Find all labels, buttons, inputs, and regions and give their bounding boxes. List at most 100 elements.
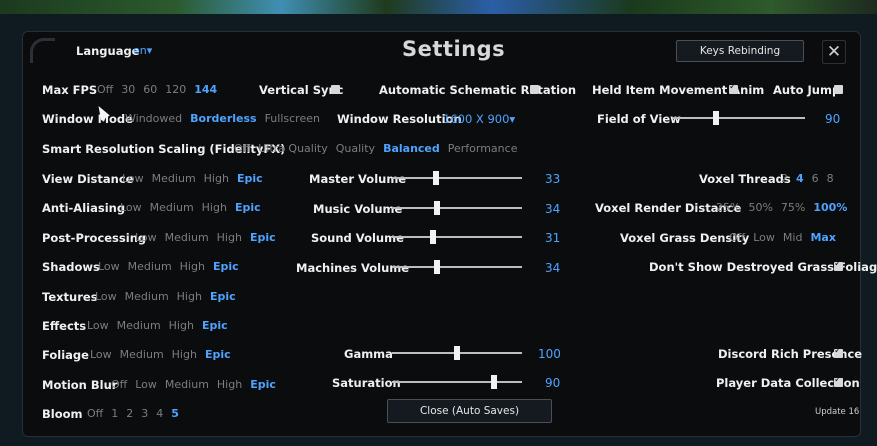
option-low[interactable]: Low <box>135 378 157 391</box>
option-high[interactable]: High <box>172 348 197 361</box>
volume-slider[interactable] <box>392 259 522 274</box>
option-ultra-quality[interactable]: Ultra Quality <box>258 142 328 155</box>
option-1[interactable]: 1 <box>111 407 118 420</box>
option-medium[interactable]: Medium <box>150 201 194 214</box>
option-6[interactable]: 6 <box>812 172 819 185</box>
volume-slider[interactable] <box>392 200 522 215</box>
option-4[interactable]: 4 <box>156 407 163 420</box>
option-3[interactable]: 3 <box>141 407 148 420</box>
option-balanced[interactable]: Balanced <box>383 142 440 155</box>
option-off[interactable]: Off <box>729 231 745 244</box>
option-epic[interactable]: Epic <box>250 231 276 244</box>
option-high[interactable]: High <box>169 319 194 332</box>
slider-handle[interactable] <box>433 171 439 185</box>
quality-row-label: Foliage <box>42 348 89 363</box>
option-fullscreen[interactable]: Fullscreen <box>265 112 320 125</box>
option-off[interactable]: Off <box>234 142 250 155</box>
window-resolution-dropdown[interactable]: 1600 X 900▾ <box>443 112 515 126</box>
option-144[interactable]: 144 <box>194 83 217 96</box>
option-medium[interactable]: Medium <box>128 260 172 273</box>
option-5[interactable]: 5 <box>171 407 179 420</box>
option-high[interactable]: High <box>202 201 227 214</box>
option-medium[interactable]: Medium <box>165 231 209 244</box>
option-off[interactable]: Off <box>97 83 113 96</box>
slider-handle[interactable] <box>430 230 436 244</box>
option-epic[interactable]: Epic <box>210 290 236 303</box>
slider-track[interactable] <box>392 206 522 209</box>
language-label: Language <box>76 44 140 58</box>
option-quality[interactable]: Quality <box>336 142 375 155</box>
option-low[interactable]: Low <box>122 172 144 185</box>
language-dropdown[interactable]: en▾ <box>133 44 152 57</box>
option-mid[interactable]: Mid <box>783 231 803 244</box>
option-low[interactable]: Low <box>87 319 109 332</box>
option-low[interactable]: Low <box>95 290 117 303</box>
option-epic[interactable]: Epic <box>202 319 228 332</box>
option-50-[interactable]: 50% <box>748 201 772 214</box>
option-high[interactable]: High <box>204 172 229 185</box>
vsync-checkbox[interactable] <box>331 85 340 94</box>
voxel-render-options: 25% 50% 75% 100% <box>716 201 847 214</box>
option-8[interactable]: 8 <box>827 172 834 185</box>
voxel-threads-options: 2468 <box>781 172 834 185</box>
option-30[interactable]: 30 <box>121 83 135 96</box>
option-120[interactable]: 120 <box>165 83 186 96</box>
option-off[interactable]: Off <box>87 407 103 420</box>
keys-rebinding-button[interactable]: Keys Rebinding <box>676 40 804 62</box>
slider-handle[interactable] <box>434 259 440 274</box>
slider-track[interactable] <box>392 265 522 268</box>
option-low[interactable]: Low <box>135 231 157 244</box>
option-high[interactable]: High <box>180 260 205 273</box>
fov-slider[interactable] <box>672 111 805 125</box>
option-epic[interactable]: Epic <box>213 260 239 273</box>
saturation-slider[interactable] <box>392 375 522 389</box>
close-icon[interactable]: ✕ <box>822 40 846 64</box>
option-medium[interactable]: Medium <box>152 172 196 185</box>
option-75-[interactable]: 75% <box>781 201 805 214</box>
option-low[interactable]: Low <box>98 260 120 273</box>
volume-slider[interactable] <box>392 171 522 185</box>
held-item-checkbox[interactable] <box>729 82 738 94</box>
option-medium[interactable]: Medium <box>117 319 161 332</box>
option-low[interactable]: Low <box>90 348 112 361</box>
option-off[interactable]: Off <box>111 378 127 391</box>
option-epic[interactable]: Epic <box>250 378 276 391</box>
option-25-[interactable]: 25% <box>716 201 740 214</box>
option-medium[interactable]: Medium <box>125 290 169 303</box>
slider-handle[interactable] <box>434 200 440 215</box>
option-60[interactable]: 60 <box>143 83 157 96</box>
auto-jump-checkbox[interactable] <box>834 85 843 94</box>
option-100-[interactable]: 100% <box>813 201 847 214</box>
slider-handle[interactable] <box>713 111 719 125</box>
option-4[interactable]: 4 <box>796 172 804 185</box>
option-epic[interactable]: Epic <box>205 348 231 361</box>
option-2[interactable]: 2 <box>126 407 133 420</box>
option-high[interactable]: High <box>177 290 202 303</box>
option-max[interactable]: Max <box>810 231 835 244</box>
close-button[interactable]: Close (Auto Saves) <box>387 399 552 423</box>
gamma-slider[interactable] <box>392 346 522 360</box>
slider-handle[interactable] <box>454 346 460 360</box>
auto-rotation-checkbox[interactable] <box>530 85 539 94</box>
option-low[interactable]: Low <box>753 231 775 244</box>
option-high[interactable]: High <box>217 231 242 244</box>
volume-slider[interactable] <box>392 230 522 244</box>
slider-track[interactable] <box>392 236 522 238</box>
option-epic[interactable]: Epic <box>235 201 261 214</box>
option-low[interactable]: Low <box>120 201 142 214</box>
option-performance[interactable]: Performance <box>448 142 518 155</box>
slider-track[interactable] <box>672 117 805 119</box>
slider-handle[interactable] <box>491 375 497 389</box>
option-borderless[interactable]: Borderless <box>190 112 256 125</box>
option-epic[interactable]: Epic <box>237 172 263 185</box>
discord-checkbox[interactable] <box>834 346 843 358</box>
grass-foliage-checkbox[interactable] <box>834 259 843 271</box>
option-medium[interactable]: Medium <box>165 378 209 391</box>
option-2[interactable]: 2 <box>781 172 788 185</box>
option-windowed[interactable]: Windowed <box>125 112 182 125</box>
slider-track[interactable] <box>392 381 522 383</box>
option-high[interactable]: High <box>217 378 242 391</box>
slider-track[interactable] <box>392 177 522 179</box>
option-medium[interactable]: Medium <box>120 348 164 361</box>
player-data-checkbox[interactable] <box>834 375 843 387</box>
